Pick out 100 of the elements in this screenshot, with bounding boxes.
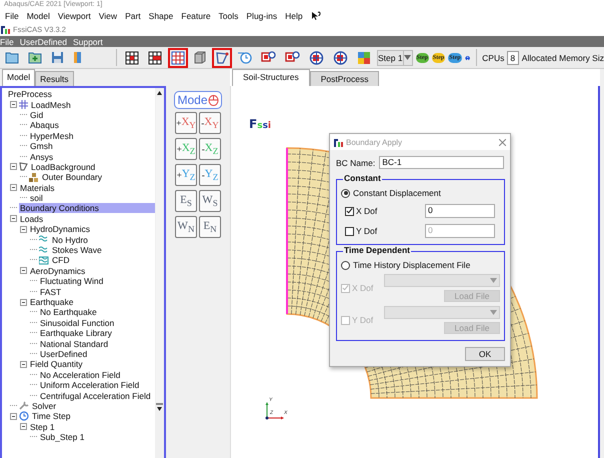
tree-item[interactable]: Ansys bbox=[29, 152, 54, 162]
help-cursor-icon[interactable] bbox=[310, 10, 321, 20]
menu-item[interactable]: Plug-ins bbox=[246, 10, 278, 20]
cpus-input[interactable]: 8 bbox=[507, 50, 519, 64]
view-button[interactable]: +Y$_{Z}$ bbox=[175, 164, 197, 186]
tree-item[interactable]: Earthquake bbox=[29, 297, 74, 307]
memory-label: Allocated Memory Siz bbox=[522, 52, 604, 62]
tree-item[interactable]: FAST bbox=[39, 286, 62, 297]
tree-item[interactable]: Loads bbox=[19, 214, 44, 224]
ok-button[interactable]: OK bbox=[465, 347, 505, 361]
tree-item[interactable]: Field Quantity bbox=[29, 359, 84, 370]
mode-button[interactable]: Mode bbox=[174, 91, 222, 109]
close-icon[interactable] bbox=[499, 138, 506, 146]
tree-item[interactable]: No Hydro bbox=[51, 234, 89, 245]
expand-toggle[interactable] bbox=[20, 267, 27, 274]
tree-item[interactable]: HyperMesh bbox=[29, 130, 74, 141]
view-button[interactable]: E$_{N}$ bbox=[199, 216, 221, 238]
tree-item[interactable]: LoadMesh bbox=[30, 100, 72, 110]
logo: Fssi bbox=[249, 117, 272, 131]
menu-item[interactable]: Model bbox=[26, 10, 50, 20]
target-icon bbox=[332, 50, 348, 64]
menu-item[interactable]: Support bbox=[72, 36, 103, 46]
radio-button[interactable] bbox=[341, 260, 350, 270]
expand-toggle[interactable] bbox=[10, 184, 17, 192]
view-button[interactable]: W$_{S}$ bbox=[199, 190, 221, 212]
menu-item[interactable]: Tools bbox=[218, 10, 238, 20]
expand-toggle[interactable] bbox=[10, 412, 17, 420]
view-button[interactable]: +X$_{Z}$ bbox=[175, 138, 197, 160]
option-label: Constant Displacement bbox=[353, 188, 441, 198]
water-icon bbox=[39, 235, 49, 244]
polygon-icon bbox=[19, 162, 28, 172]
tree-item[interactable]: Boundary Conditions bbox=[19, 203, 155, 214]
shapes-icon bbox=[284, 51, 300, 64]
panel-tab[interactable]: Results bbox=[35, 71, 74, 86]
tree-item[interactable]: CFD bbox=[51, 255, 70, 266]
scroll-up-icon[interactable] bbox=[157, 91, 162, 95]
menu-item[interactable]: Help bbox=[285, 10, 303, 20]
tree-item[interactable]: PreProcess bbox=[7, 89, 53, 100]
tree-item[interactable]: No Earthquake bbox=[39, 307, 98, 318]
step-dropdown[interactable]: Step 1 bbox=[376, 50, 413, 66]
menu-item[interactable]: Part bbox=[125, 10, 141, 20]
tree-item[interactable]: Outer Boundary bbox=[41, 172, 104, 182]
tree-item[interactable]: Step 1 bbox=[29, 422, 56, 432]
shapes-icon bbox=[260, 51, 276, 64]
expand-toggle[interactable] bbox=[20, 423, 27, 430]
expand-toggle[interactable] bbox=[10, 101, 17, 108]
view-button[interactable]: W$_{N}$ bbox=[175, 216, 197, 238]
tree-item[interactable]: Materials bbox=[19, 182, 56, 193]
tree-item[interactable]: Gid bbox=[29, 110, 44, 120]
expand-toggle[interactable] bbox=[20, 298, 27, 306]
tree-item[interactable]: Sub_Step 1 bbox=[39, 432, 86, 442]
book-icon bbox=[73, 51, 82, 64]
tree-item[interactable]: Fluctuating Wind bbox=[39, 276, 104, 286]
menu-item[interactable]: Viewport bbox=[58, 10, 91, 20]
view-button[interactable]: -X$_{Y}$ bbox=[199, 112, 221, 134]
menu-item[interactable]: File bbox=[5, 10, 19, 20]
tree-item[interactable]: Abaqus bbox=[29, 120, 60, 130]
tree-item[interactable]: LoadBackground bbox=[30, 162, 96, 172]
radio-button[interactable] bbox=[341, 188, 350, 198]
view-tab[interactable]: Soil-Structures bbox=[232, 69, 310, 86]
view-button[interactable]: +X$_{Y}$ bbox=[175, 112, 197, 134]
menu-item[interactable]: View bbox=[98, 10, 118, 20]
tree-item[interactable]: National Standard bbox=[39, 338, 110, 349]
panel-tab[interactable]: Model bbox=[2, 69, 36, 86]
expand-toggle[interactable] bbox=[10, 163, 17, 170]
tree-item[interactable]: Stokes Wave bbox=[51, 245, 103, 256]
tree-item[interactable]: Solver bbox=[31, 400, 58, 411]
tree-item[interactable]: Earthquake Library bbox=[39, 328, 113, 338]
menu-item[interactable]: File bbox=[0, 36, 14, 46]
expand-toggle[interactable] bbox=[20, 226, 27, 233]
tree-item[interactable]: Time Step bbox=[31, 411, 72, 422]
view-button[interactable]: -X$_{Z}$ bbox=[199, 138, 221, 160]
menu-item[interactable]: UserDefined bbox=[20, 36, 67, 46]
menu-item[interactable]: Shape bbox=[148, 10, 174, 20]
view-tab[interactable]: PostProcess bbox=[310, 71, 380, 86]
tree-item[interactable]: AeroDynamics bbox=[29, 266, 86, 276]
tree-item[interactable]: No Acceleration Field bbox=[39, 370, 122, 380]
name-field[interactable]: BC-1 bbox=[379, 156, 504, 169]
clock-icon bbox=[238, 51, 252, 64]
view-button[interactable]: E$_{S}$ bbox=[175, 190, 197, 212]
menu-item[interactable]: Feature bbox=[181, 10, 211, 20]
tree-item[interactable]: UserDefined bbox=[39, 348, 88, 359]
tree-item[interactable]: Uniform Acceleration Field bbox=[39, 380, 140, 390]
expand-toggle[interactable] bbox=[20, 360, 27, 368]
tree-item[interactable]: soil bbox=[29, 193, 44, 204]
tree-item[interactable]: Centrifugal Acceleration Field bbox=[39, 390, 152, 401]
checkbox-label: Y Dof bbox=[352, 315, 374, 325]
tree-item[interactable]: HydroDynamics bbox=[29, 224, 91, 234]
app-logo-icon bbox=[1, 24, 10, 34]
value-field[interactable]: 0 bbox=[425, 204, 495, 218]
checkbox[interactable] bbox=[345, 226, 354, 236]
grid-icon bbox=[148, 50, 162, 64]
scroll-down-icon[interactable] bbox=[157, 407, 162, 411]
view-button[interactable]: -Y$_{Z}$ bbox=[199, 164, 221, 186]
checkbox[interactable] bbox=[345, 206, 354, 216]
expand-toggle[interactable] bbox=[10, 215, 17, 222]
tree-item[interactable]: Gmsh bbox=[29, 141, 54, 152]
tree-item[interactable]: Sinusoidal Function bbox=[39, 318, 116, 328]
dropdown-arrow-icon bbox=[404, 55, 412, 60]
scrollbar[interactable] bbox=[155, 88, 164, 458]
